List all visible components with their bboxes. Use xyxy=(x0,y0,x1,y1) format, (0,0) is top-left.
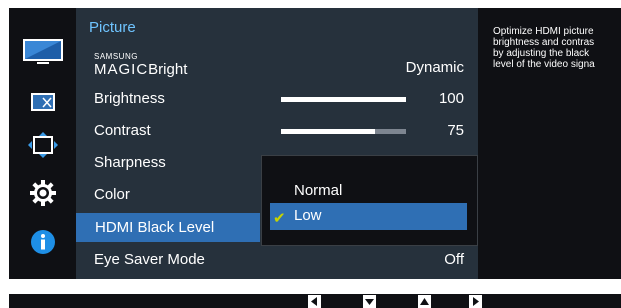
brightness-row[interactable]: Brightness 100 xyxy=(76,84,478,113)
magic-wordmark: MAGIC xyxy=(94,61,149,78)
option-low-label: Low xyxy=(294,207,322,224)
contrast-slider-fill xyxy=(281,129,375,134)
option-normal[interactable]: Normal xyxy=(270,178,467,205)
brightness-label: Brightness xyxy=(94,90,165,107)
position-icon[interactable] xyxy=(23,131,63,159)
option-low[interactable]: ✔ Low xyxy=(270,203,467,230)
help-description-line: by adjusting the black xyxy=(493,48,590,59)
option-normal-label: Normal xyxy=(294,182,343,199)
left-arrow-key-icon[interactable] xyxy=(308,295,321,308)
sharpness-label: Sharpness xyxy=(94,154,166,171)
magic-bright-value: Dynamic xyxy=(405,59,464,76)
menu-title: Picture xyxy=(89,19,136,36)
help-description-line: brightness and contras xyxy=(493,37,595,48)
checkmark-icon: ✔ xyxy=(273,210,286,227)
contrast-label: Contrast xyxy=(94,122,151,139)
category-sidebar xyxy=(9,8,76,279)
up-arrow-key-icon[interactable] xyxy=(418,295,431,308)
picture-size-icon[interactable] xyxy=(23,88,63,116)
hdmi-black-level-dropdown: Normal ✔ Low xyxy=(261,155,478,246)
picture-icon[interactable] xyxy=(23,38,63,66)
contrast-row[interactable]: Contrast 75 xyxy=(76,116,478,145)
brightness-slider-fill xyxy=(281,97,406,102)
right-arrow-key-icon[interactable] xyxy=(469,295,482,308)
magic-bright-row[interactable]: SAMSUNG MAGICBright Dynamic xyxy=(76,49,478,79)
hdmi-black-level-row[interactable]: HDMI Black Level xyxy=(76,213,260,242)
osd-menu: Picture SAMSUNG MAGICBright Dynamic Brig… xyxy=(9,8,621,279)
down-arrow-key-icon[interactable] xyxy=(363,295,376,308)
hdmi-black-level-label: HDMI Black Level xyxy=(95,219,215,236)
samsung-wordmark: SAMSUNG xyxy=(94,52,138,61)
color-label: Color xyxy=(94,186,130,203)
brightness-slider[interactable] xyxy=(281,97,406,102)
help-description-line: level of the video signa xyxy=(493,59,595,70)
contrast-slider[interactable] xyxy=(281,129,406,134)
brightness-value: 100 xyxy=(438,90,464,107)
contrast-value: 75 xyxy=(447,122,464,139)
eye-saver-mode-value: Off xyxy=(444,251,464,268)
settings-gear-icon[interactable] xyxy=(23,179,63,207)
help-description: Optimize HDMI picture brightness and con… xyxy=(493,26,621,70)
key-guide-bar xyxy=(9,294,621,308)
eye-saver-mode-label: Eye Saver Mode xyxy=(94,251,205,268)
magic-bright-text: Bright xyxy=(148,61,188,78)
help-description-line: Optimize HDMI picture xyxy=(493,26,594,37)
eye-saver-mode-row[interactable]: Eye Saver Mode Off xyxy=(76,245,478,274)
information-icon[interactable] xyxy=(23,228,63,256)
magic-bright-label: SAMSUNG MAGICBright xyxy=(94,53,187,79)
